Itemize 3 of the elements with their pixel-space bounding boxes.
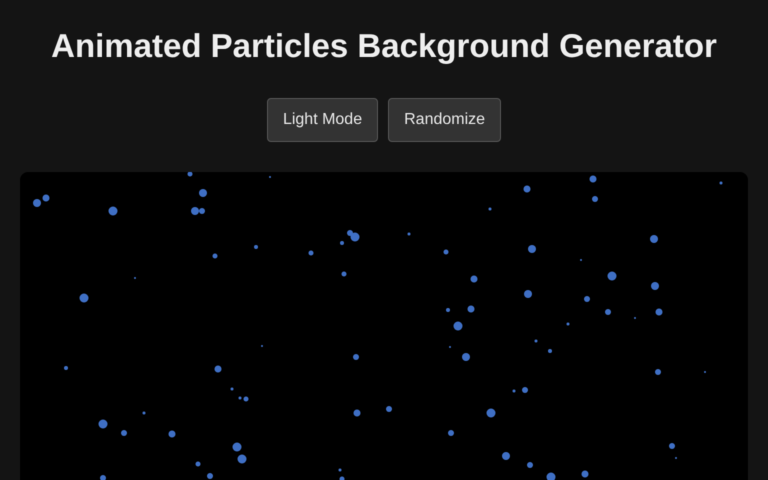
- mode-button[interactable]: Randomize: [388, 98, 502, 142]
- mode-button[interactable]: Light Mode: [266, 98, 378, 142]
- page-title: Animated Particles Background Generator: [51, 27, 717, 65]
